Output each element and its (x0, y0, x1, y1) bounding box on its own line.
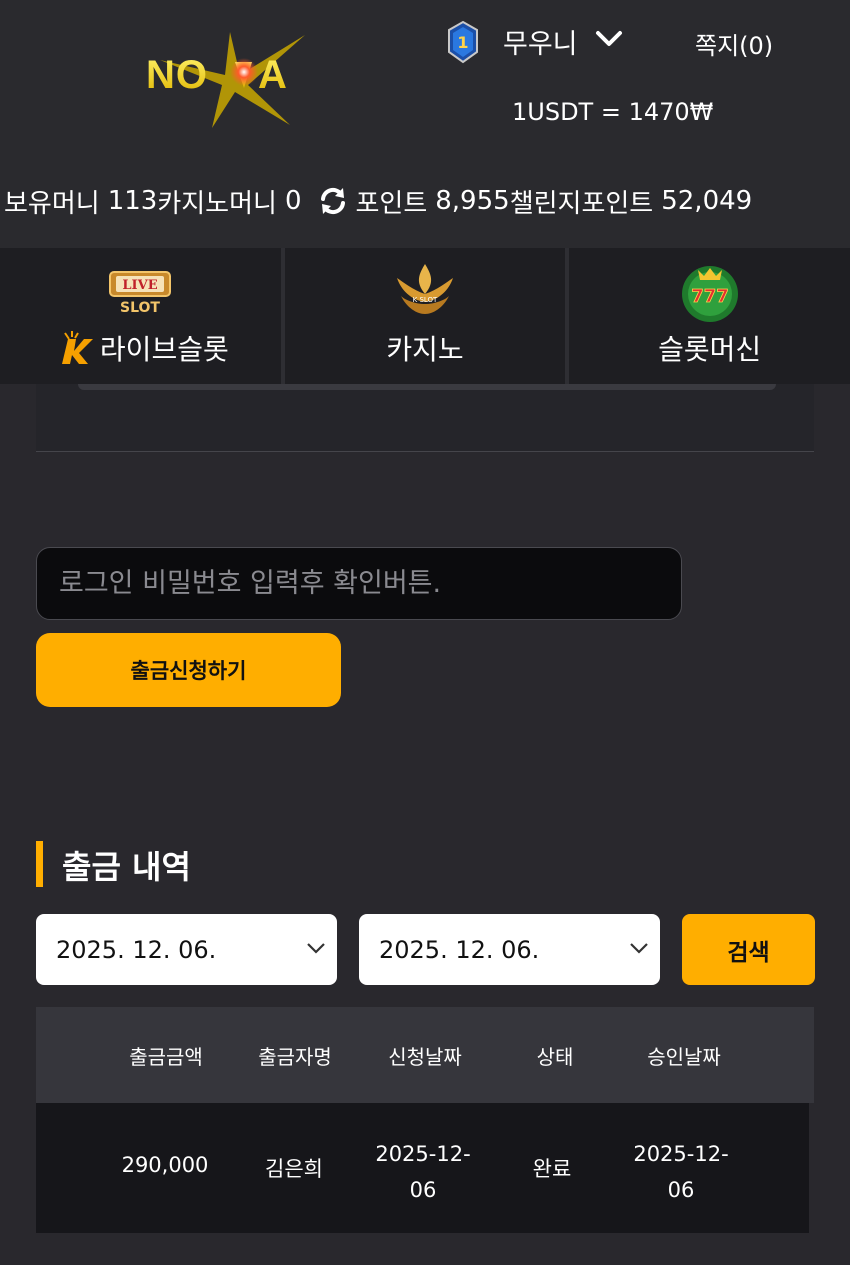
content-panel-bottom (36, 384, 814, 452)
withdraw-history-table: 출금금액 출금자명 신청날짜 상태 승인날짜 290,000 김은희 2025-… (36, 1007, 814, 1233)
slots-777-icon: 777 (681, 266, 738, 322)
row-request-date: 2025-12- 06 (363, 1136, 483, 1208)
start-date-select[interactable]: 2025. 12. 06. (36, 914, 337, 985)
nav-text-live-slot: 라이브슬롯 (99, 333, 229, 366)
row-amount: 290,000 (121, 1153, 209, 1177)
chevron-down-icon[interactable] (594, 28, 624, 50)
points-value: 8,955 (435, 186, 510, 216)
search-button[interactable]: 검색 (682, 914, 815, 985)
end-date-value: 2025. 12. 06. (379, 935, 540, 964)
exchange-rate: 1USDT = 1470₩ (512, 98, 714, 126)
row-approve-date-line1: 2025-12- (633, 1142, 729, 1166)
svg-text:A: A (258, 53, 287, 97)
k-slot-icon: K SLOT (397, 264, 453, 314)
column-header-amount: 출금금액 (129, 1045, 203, 1069)
password-input[interactable] (36, 547, 682, 620)
holding-money-value: 113 (107, 186, 158, 216)
nav-label-slot-machine: 슬롯머신 (658, 333, 762, 366)
messages-link[interactable]: 쪽지(0) (695, 26, 773, 61)
row-request-date-line2: 06 (409, 1178, 437, 1202)
casino-money-value: 0 (284, 186, 302, 216)
nav-item-slot-machine[interactable]: 777 슬롯머신 (569, 248, 850, 384)
level-badge-icon: 1 (448, 20, 478, 64)
refresh-icon[interactable] (317, 185, 349, 217)
row-approve-date: 2025-12- 06 (621, 1136, 741, 1208)
username[interactable]: 무우니 (503, 22, 578, 61)
k-badge-icon (61, 331, 93, 364)
withdraw-request-button[interactable]: 출금신청하기 (36, 633, 341, 707)
row-approve-date-line2: 06 (667, 1178, 695, 1202)
svg-text:NO: NO (146, 53, 208, 97)
nav-item-live-slot[interactable]: LIVE SLOT 라이브슬롯 (0, 248, 285, 384)
slots-777-icon-text: 777 (691, 286, 729, 307)
k-slot-icon-text: K SLOT (413, 296, 438, 304)
row-status: 완료 (532, 1157, 572, 1181)
chevron-down-icon (307, 943, 325, 954)
game-category-nav: LIVE SLOT 라이브슬롯 K SLOT 카지노 777 슬롯머신 (0, 248, 850, 384)
nav-label-casino: 카지노 (386, 333, 464, 366)
challenge-points-label: 챌린지포인트 (509, 188, 654, 219)
table-row[interactable]: 290,000 김은희 2025-12- 06 완료 2025-12- 06 (36, 1103, 809, 1233)
level-number: 1 (457, 33, 468, 52)
row-request-date-line1: 2025-12- (375, 1142, 471, 1166)
balance-bar: 보유머니 113 카지노머니 0 포인트 8,955 챌린지포인트 52,049 (4, 181, 850, 221)
start-date-value: 2025. 12. 06. (56, 935, 217, 964)
dropdown-edge (78, 384, 776, 390)
holding-money-label: 보유머니 (4, 188, 100, 219)
chevron-down-icon (630, 943, 648, 954)
column-header-status: 상태 (536, 1045, 574, 1069)
live-icon-text: LIVE (123, 278, 158, 293)
section-accent-bar (36, 841, 43, 887)
points-label: 포인트 (355, 188, 428, 219)
nav-item-casino[interactable]: K SLOT 카지노 (285, 248, 570, 384)
row-name: 김은희 (265, 1157, 323, 1181)
end-date-select[interactable]: 2025. 12. 06. (359, 914, 660, 985)
column-header-approve-date: 승인날짜 (647, 1045, 721, 1069)
live-slot-icon: LIVE SLOT (109, 271, 172, 316)
column-header-request-date: 신청날짜 (388, 1045, 462, 1069)
table-header: 출금금액 출금자명 신청날짜 상태 승인날짜 (36, 1007, 814, 1103)
column-header-name: 출금자명 (258, 1045, 332, 1069)
nav-label-live-slot: 라이브슬롯 (0, 328, 281, 368)
nova-logo[interactable]: NO A (140, 30, 325, 130)
withdraw-history-title: 출금 내역 (62, 848, 191, 886)
casino-money-label: 카지노머니 (157, 188, 277, 219)
challenge-points-value: 52,049 (661, 186, 753, 216)
slot-icon-text: SLOT (120, 300, 160, 316)
header: NO A 1 무우니 쪽지(0) 1USDT = 1470₩ 보유머니 113 … (0, 0, 850, 248)
